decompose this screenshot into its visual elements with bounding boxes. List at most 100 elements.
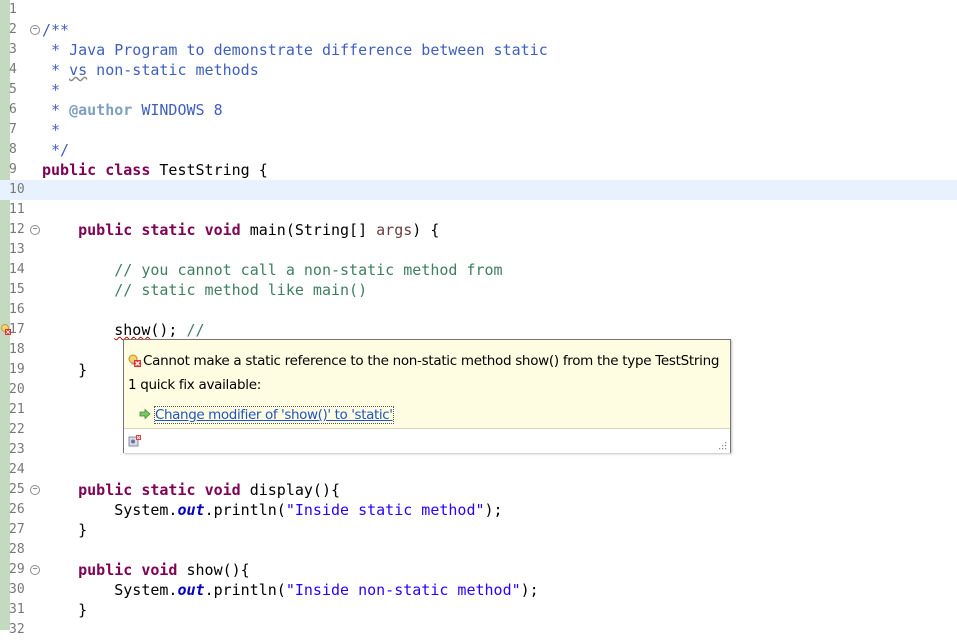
code-line[interactable]: 7 *	[0, 120, 957, 140]
fold-toggle-icon[interactable]	[30, 225, 40, 235]
code-token: "Inside static method"	[285, 501, 485, 519]
code-line[interactable]: 25 public static void display(){	[0, 480, 957, 500]
code-text: }	[42, 520, 87, 540]
code-line[interactable]: 29 public void show(){	[0, 560, 957, 580]
error-lightbulb-icon[interactable]	[1, 324, 11, 335]
line-number: 10	[9, 182, 25, 197]
quick-fix-row[interactable]: Change modifier of 'show()' to 'static'	[138, 404, 394, 424]
code-token: .println(	[204, 581, 286, 599]
code-token: public	[78, 561, 133, 579]
problem-hover-popup: Cannot make a static reference to the no…	[123, 339, 731, 453]
line-number: 5	[9, 82, 17, 97]
code-text: /**	[42, 20, 69, 40]
code-line[interactable]: 15 // static method like main()	[0, 280, 957, 300]
code-line[interactable]: 28	[0, 540, 957, 560]
code-token: System.	[42, 501, 178, 519]
code-line[interactable]: 5 *	[0, 80, 957, 100]
code-token: *	[42, 121, 61, 139]
code-editor[interactable]: 1 2 /**3 * Java Program to demonstrate dif…	[0, 0, 957, 637]
code-token: ();	[150, 321, 178, 339]
code-line[interactable]: 11	[0, 200, 957, 220]
code-text: */	[42, 140, 69, 160]
code-line[interactable]: 30 System.out.println("Inside non-static…	[0, 580, 957, 600]
code-text: public static void display(){	[42, 480, 340, 500]
line-number: 32	[9, 622, 25, 637]
code-text: * Java Program to demonstrate difference…	[42, 40, 548, 60]
code-token: non-static methods	[87, 61, 259, 79]
code-token: out	[177, 581, 205, 599]
code-token: .println(	[204, 501, 286, 519]
code-token: TestString {	[150, 161, 268, 179]
code-line[interactable]: 9 public class TestString {	[0, 160, 957, 180]
code-token: vs	[69, 61, 88, 79]
quick-fix-link[interactable]: Change modifier of 'show()' to 'static'	[154, 406, 394, 424]
code-line[interactable]: 17 show(); //	[0, 320, 957, 340]
fold-toggle-icon[interactable]	[30, 565, 40, 575]
line-number: 2	[9, 22, 17, 37]
code-line[interactable]: 31 }	[0, 600, 957, 620]
code-line[interactable]: 14 // you cannot call a non-static metho…	[0, 260, 957, 280]
line-number: 21	[9, 402, 25, 417]
line-number: 15	[9, 282, 25, 297]
line-number: 19	[9, 362, 25, 377]
code-line[interactable]: 13	[0, 240, 957, 260]
code-line[interactable]: 27 }	[0, 520, 957, 540]
code-token: void	[204, 481, 241, 499]
problem-message-row: Cannot make a static reference to the no…	[128, 350, 719, 369]
code-token: public	[78, 221, 133, 239]
code-line[interactable]: 1	[0, 0, 957, 20]
quick-fix-count: 1 quick fix available:	[128, 377, 261, 393]
code-token: * Java Program to demonstrate difference…	[42, 41, 548, 59]
line-number: 30	[9, 582, 25, 597]
code-token: *	[42, 61, 70, 79]
code-text: public static void main(String[] args) {	[42, 220, 439, 240]
code-text: * @author WINDOWS 8	[42, 100, 223, 120]
code-line[interactable]: 8 */	[0, 140, 957, 160]
line-number: 11	[9, 202, 25, 217]
line-number: 23	[9, 442, 25, 457]
code-line[interactable]: 4 * vs non-static methods	[0, 60, 957, 80]
code-line[interactable]: 10	[0, 180, 957, 200]
line-number: 26	[9, 502, 25, 517]
code-line[interactable]: 3 * Java Program to demonstrate differen…	[0, 40, 957, 60]
code-line[interactable]: 12 public static void main(String[] args…	[0, 220, 957, 240]
line-number: 16	[9, 302, 25, 317]
code-token: display(){	[240, 481, 341, 499]
code-token: public	[78, 481, 133, 499]
code-token: @author	[69, 101, 133, 119]
line-number: 17	[9, 322, 25, 337]
code-token: static	[141, 481, 196, 499]
code-line[interactable]: 26 System.out.println("Inside static met…	[0, 500, 957, 520]
code-line[interactable]: 2 /**	[0, 20, 957, 40]
fold-toggle-icon[interactable]	[30, 485, 40, 495]
resize-grip-icon[interactable]	[718, 441, 727, 450]
code-token: System.	[42, 581, 178, 599]
line-number: 25	[9, 482, 25, 497]
code-line[interactable]: 32	[0, 620, 957, 640]
line-number: 31	[9, 602, 25, 617]
line-number: 8	[9, 142, 17, 157]
code-token: *	[42, 81, 61, 99]
code-token: }	[42, 361, 88, 379]
line-number: 20	[9, 382, 25, 397]
code-token: void	[204, 221, 241, 239]
code-line[interactable]: 24	[0, 460, 957, 480]
error-lightbulb-icon	[128, 354, 141, 367]
line-number: 9	[9, 162, 17, 177]
code-text: }	[42, 600, 87, 620]
code-line[interactable]: 16	[0, 300, 957, 320]
code-line[interactable]: 6 * @author WINDOWS 8	[0, 100, 957, 120]
fold-toggle-icon[interactable]	[30, 25, 40, 35]
configure-problem-icon[interactable]	[128, 434, 142, 448]
code-token: out	[177, 501, 205, 519]
line-number: 27	[9, 522, 25, 537]
